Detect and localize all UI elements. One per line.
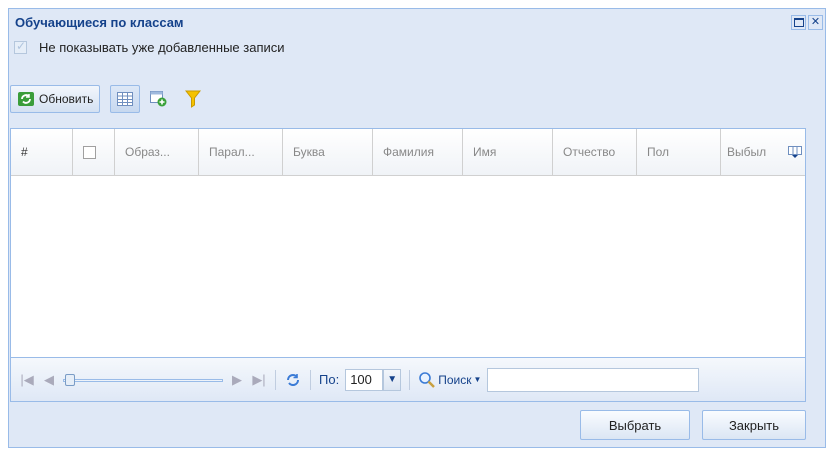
filter-button[interactable] xyxy=(178,85,208,113)
hide-added-records-row[interactable]: Не показывать уже добавленные записи xyxy=(14,39,285,55)
search-input[interactable] xyxy=(487,367,700,392)
refresh-label: Обновить xyxy=(39,92,94,106)
add-record-icon xyxy=(150,91,167,107)
prev-page-icon[interactable]: ◀ xyxy=(41,372,57,388)
last-page-icon[interactable]: ▶| xyxy=(251,372,267,388)
add-button[interactable] xyxy=(144,85,174,113)
hide-added-checkbox[interactable] xyxy=(14,39,27,54)
magnifier-icon xyxy=(419,371,436,388)
column-patronymic[interactable]: Отчество xyxy=(553,129,637,175)
columns-menu-icon xyxy=(788,146,802,158)
window-controls: ✕ xyxy=(791,15,823,30)
column-parallel[interactable]: Парал... xyxy=(199,129,283,175)
column-lastname[interactable]: Фамилия xyxy=(373,129,463,175)
separator xyxy=(409,369,411,390)
refresh-icon[interactable] xyxy=(284,371,302,389)
per-page-combo[interactable]: 100 ▼ xyxy=(345,368,402,391)
select-all-checkbox[interactable] xyxy=(83,145,96,159)
column-dropped[interactable]: Выбыл xyxy=(721,129,785,175)
title-bar: Обучающиеся по классам ✕ xyxy=(9,9,825,37)
close-button[interactable]: Закрыть xyxy=(702,410,806,440)
column-education[interactable]: Образ... xyxy=(115,129,199,175)
first-page-icon[interactable]: |◀ xyxy=(19,372,35,388)
column-letter[interactable]: Буква xyxy=(283,129,373,175)
per-page-label: По: xyxy=(319,372,340,387)
separator xyxy=(310,369,311,390)
page-slider[interactable] xyxy=(63,373,223,386)
maximize-button[interactable] xyxy=(791,15,806,30)
grid-header: # Образ... Парал... Буква Фамилия Имя От… xyxy=(11,129,805,176)
close-window-button[interactable]: ✕ xyxy=(808,15,823,30)
hide-added-label: Не показывать уже добавленные записи xyxy=(39,40,285,55)
select-button[interactable]: Выбрать xyxy=(580,410,690,440)
students-grid: # Образ... Парал... Буква Фамилия Имя От… xyxy=(10,128,806,358)
filter-icon xyxy=(185,90,202,108)
column-number[interactable]: # xyxy=(11,129,73,175)
toolbar: Обновить xyxy=(10,82,810,116)
column-menu-button[interactable] xyxy=(785,129,805,175)
refresh-button[interactable]: Обновить xyxy=(10,85,101,113)
search-dropdown-icon: ▼ xyxy=(473,375,482,384)
column-gender[interactable]: Пол xyxy=(637,129,721,175)
columns-view-button[interactable] xyxy=(110,85,141,113)
separator xyxy=(275,369,276,390)
slider-track xyxy=(63,378,223,382)
window-title: Обучающиеся по классам xyxy=(15,15,184,30)
paging-toolbar: |◀ ◀ ▶ ▶| По: 100 ▼ Поиск ▼ xyxy=(10,358,806,402)
column-select-all[interactable] xyxy=(73,129,115,175)
next-page-icon[interactable]: ▶ xyxy=(229,372,245,388)
refresh-icon xyxy=(18,92,34,106)
per-page-value[interactable]: 100 xyxy=(345,368,384,391)
search-label: Поиск xyxy=(438,372,472,387)
column-firstname[interactable]: Имя xyxy=(463,129,553,175)
grid-view-icon xyxy=(117,92,134,106)
chevron-down-icon[interactable]: ▼ xyxy=(383,368,402,391)
search-button[interactable]: Поиск ▼ xyxy=(418,371,481,389)
slider-thumb[interactable] xyxy=(65,373,75,386)
